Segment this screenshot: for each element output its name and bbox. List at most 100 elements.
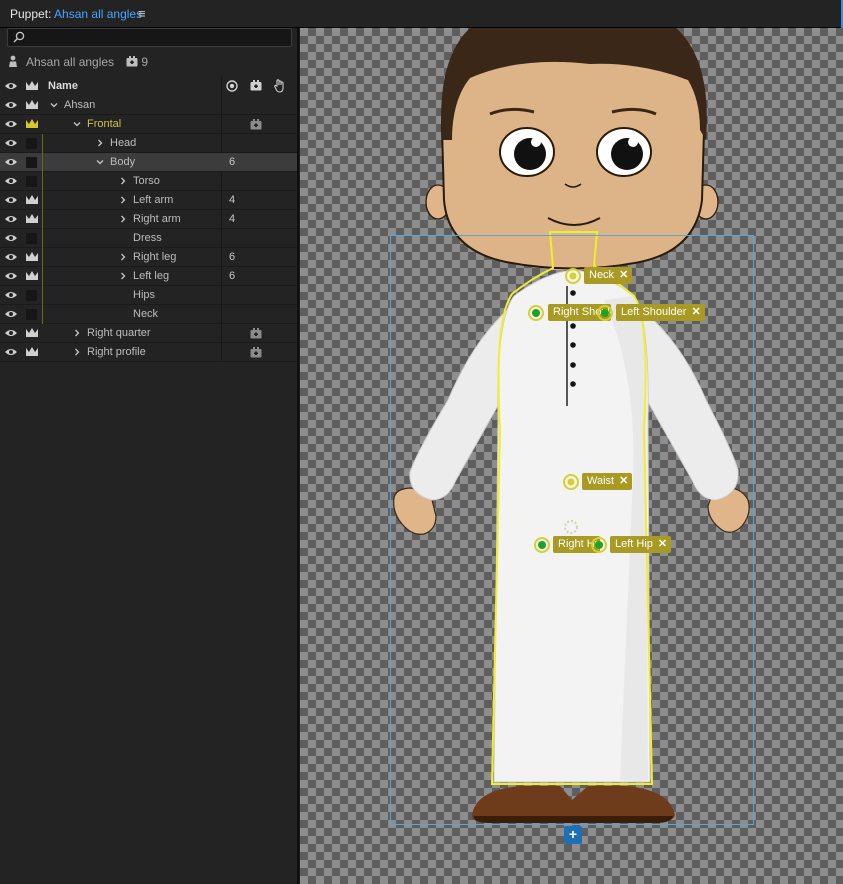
neck-handle-tag[interactable]: Neck ✕ bbox=[584, 267, 633, 284]
visibility-eye-icon[interactable] bbox=[4, 328, 18, 338]
layer-row-ahsan[interactable]: Ahsan bbox=[0, 96, 297, 115]
document-name[interactable]: Ahsan all angles bbox=[54, 7, 142, 21]
layer-row-left-arm[interactable]: Left arm 4 bbox=[0, 191, 297, 210]
add-handle-button[interactable]: + bbox=[564, 826, 582, 844]
chevron-right-icon[interactable] bbox=[73, 329, 81, 337]
left-shoulder-handle-label: Left Shoulder bbox=[621, 306, 687, 318]
crown-icon[interactable] bbox=[25, 213, 39, 225]
left-hip-handle-tag[interactable]: Left Hip ✕ bbox=[610, 536, 672, 553]
chevron-right-icon[interactable] bbox=[119, 272, 127, 280]
layer-row-right-leg[interactable]: Right leg 6 bbox=[0, 248, 297, 267]
visibility-eye-icon[interactable] bbox=[4, 233, 18, 243]
layer-label: Right profile bbox=[87, 346, 146, 358]
waist-handle-label: Waist bbox=[587, 475, 615, 487]
puppet-count: 9 bbox=[126, 55, 148, 69]
visibility-eye-icon[interactable] bbox=[4, 176, 18, 186]
chevron-right-icon[interactable] bbox=[73, 348, 81, 356]
chevron-right-icon[interactable] bbox=[119, 215, 127, 223]
column-name[interactable]: Name bbox=[48, 80, 78, 92]
layer-label: Torso bbox=[133, 175, 160, 187]
visibility-column-icon[interactable] bbox=[4, 81, 18, 91]
crown-icon[interactable] bbox=[25, 346, 39, 358]
layer-label: Right arm bbox=[133, 213, 181, 225]
record-column-icon[interactable] bbox=[226, 80, 238, 92]
camera-icon[interactable] bbox=[250, 119, 262, 130]
tag-toggle[interactable] bbox=[26, 138, 37, 149]
left-hip-handle-icon[interactable] bbox=[590, 536, 608, 554]
layer-label: Body bbox=[110, 156, 136, 168]
right-hip-handle-icon[interactable] bbox=[533, 536, 551, 554]
neck-handle-label: Neck bbox=[589, 269, 615, 281]
tag-toggle[interactable] bbox=[26, 290, 37, 301]
visibility-eye-icon[interactable] bbox=[4, 119, 18, 129]
layer-label: Left leg bbox=[133, 270, 170, 282]
camera-column-icon[interactable] bbox=[250, 80, 262, 91]
layer-label: Neck bbox=[133, 308, 159, 320]
layer-row-right-arm[interactable]: Right arm 4 bbox=[0, 210, 297, 229]
tag-toggle[interactable] bbox=[26, 157, 37, 168]
layer-row-left-leg[interactable]: Left leg 6 bbox=[0, 267, 297, 286]
visibility-eye-icon[interactable] bbox=[4, 100, 18, 110]
tag-toggle[interactable] bbox=[26, 176, 37, 187]
layer-row-neck[interactable]: Neck bbox=[0, 305, 297, 324]
visibility-eye-icon[interactable] bbox=[4, 214, 18, 224]
waist-remove-icon[interactable]: ✕ bbox=[619, 475, 628, 487]
puppet-name: Ahsan all angles bbox=[26, 55, 115, 69]
hierarchy-line bbox=[42, 267, 43, 286]
chevron-down-icon[interactable] bbox=[73, 120, 81, 128]
hamburger-menu-icon[interactable]: ≡ bbox=[138, 6, 146, 21]
waist-handle-tag[interactable]: Waist ✕ bbox=[582, 473, 633, 490]
layer-label: Hips bbox=[133, 289, 156, 301]
crown-icon[interactable] bbox=[25, 270, 39, 282]
layer-row-hips[interactable]: Hips bbox=[0, 286, 297, 305]
panel-title-bar: Puppet: Ahsan all angles ≡ bbox=[0, 0, 843, 28]
layer-row-frontal[interactable]: Frontal bbox=[0, 115, 297, 134]
hierarchy-line bbox=[42, 210, 43, 229]
waist-handle-icon[interactable] bbox=[562, 473, 580, 491]
chevron-right-icon[interactable] bbox=[119, 177, 127, 185]
neck-remove-icon[interactable]: ✕ bbox=[619, 269, 628, 281]
handle-count: 4 bbox=[229, 194, 236, 206]
visibility-eye-icon[interactable] bbox=[4, 309, 18, 319]
chevron-right-icon[interactable] bbox=[119, 196, 127, 204]
layer-label: Ahsan bbox=[64, 99, 96, 111]
crown-icon[interactable] bbox=[25, 251, 39, 263]
layer-row-head[interactable]: Head bbox=[0, 134, 297, 153]
neck-handle-icon[interactable] bbox=[564, 267, 582, 285]
camera-icon[interactable] bbox=[250, 347, 262, 358]
right-shoulder-handle-icon[interactable] bbox=[527, 304, 545, 322]
visibility-eye-icon[interactable] bbox=[4, 195, 18, 205]
chevron-right-icon[interactable] bbox=[119, 253, 127, 261]
hand-column-icon[interactable] bbox=[274, 79, 286, 93]
visibility-eye-icon[interactable] bbox=[4, 347, 18, 357]
tag-toggle[interactable] bbox=[26, 309, 37, 320]
camera-icon[interactable] bbox=[250, 328, 262, 339]
visibility-eye-icon[interactable] bbox=[4, 252, 18, 262]
crown-icon[interactable] bbox=[25, 99, 39, 111]
search-icon bbox=[13, 31, 25, 43]
layer-row-right-profile[interactable]: Right profile bbox=[0, 343, 297, 362]
visibility-eye-icon[interactable] bbox=[4, 157, 18, 167]
left-shoulder-handle-icon[interactable] bbox=[596, 304, 614, 322]
chevron-right-icon[interactable] bbox=[96, 139, 104, 147]
search-input[interactable] bbox=[7, 28, 292, 47]
stage-canvas[interactable]: Neck✕ Right Shoulder Left Shoulder✕ Wais… bbox=[300, 28, 843, 884]
chevron-down-icon[interactable] bbox=[96, 158, 104, 166]
layer-row-body[interactable]: Body 6 bbox=[0, 153, 297, 172]
crown-column-icon[interactable] bbox=[25, 80, 39, 92]
left-shoulder-handle-tag[interactable]: Left Shoulder ✕ bbox=[616, 304, 705, 321]
crown-icon[interactable] bbox=[25, 194, 39, 206]
tag-toggle[interactable] bbox=[26, 233, 37, 244]
visibility-eye-icon[interactable] bbox=[4, 290, 18, 300]
layer-row-torso[interactable]: Torso bbox=[0, 172, 297, 191]
visibility-eye-icon[interactable] bbox=[4, 271, 18, 281]
layer-row-dress[interactable]: Dress bbox=[0, 229, 297, 248]
hierarchy-line bbox=[42, 248, 43, 267]
crown-icon[interactable] bbox=[25, 327, 39, 339]
left-hip-remove-icon[interactable]: ✕ bbox=[658, 538, 667, 550]
layer-row-right-quarter[interactable]: Right quarter bbox=[0, 324, 297, 343]
chevron-down-icon[interactable] bbox=[50, 101, 58, 109]
crown-icon[interactable] bbox=[25, 118, 39, 130]
visibility-eye-icon[interactable] bbox=[4, 138, 18, 148]
left-shoulder-remove-icon[interactable]: ✕ bbox=[691, 306, 700, 318]
